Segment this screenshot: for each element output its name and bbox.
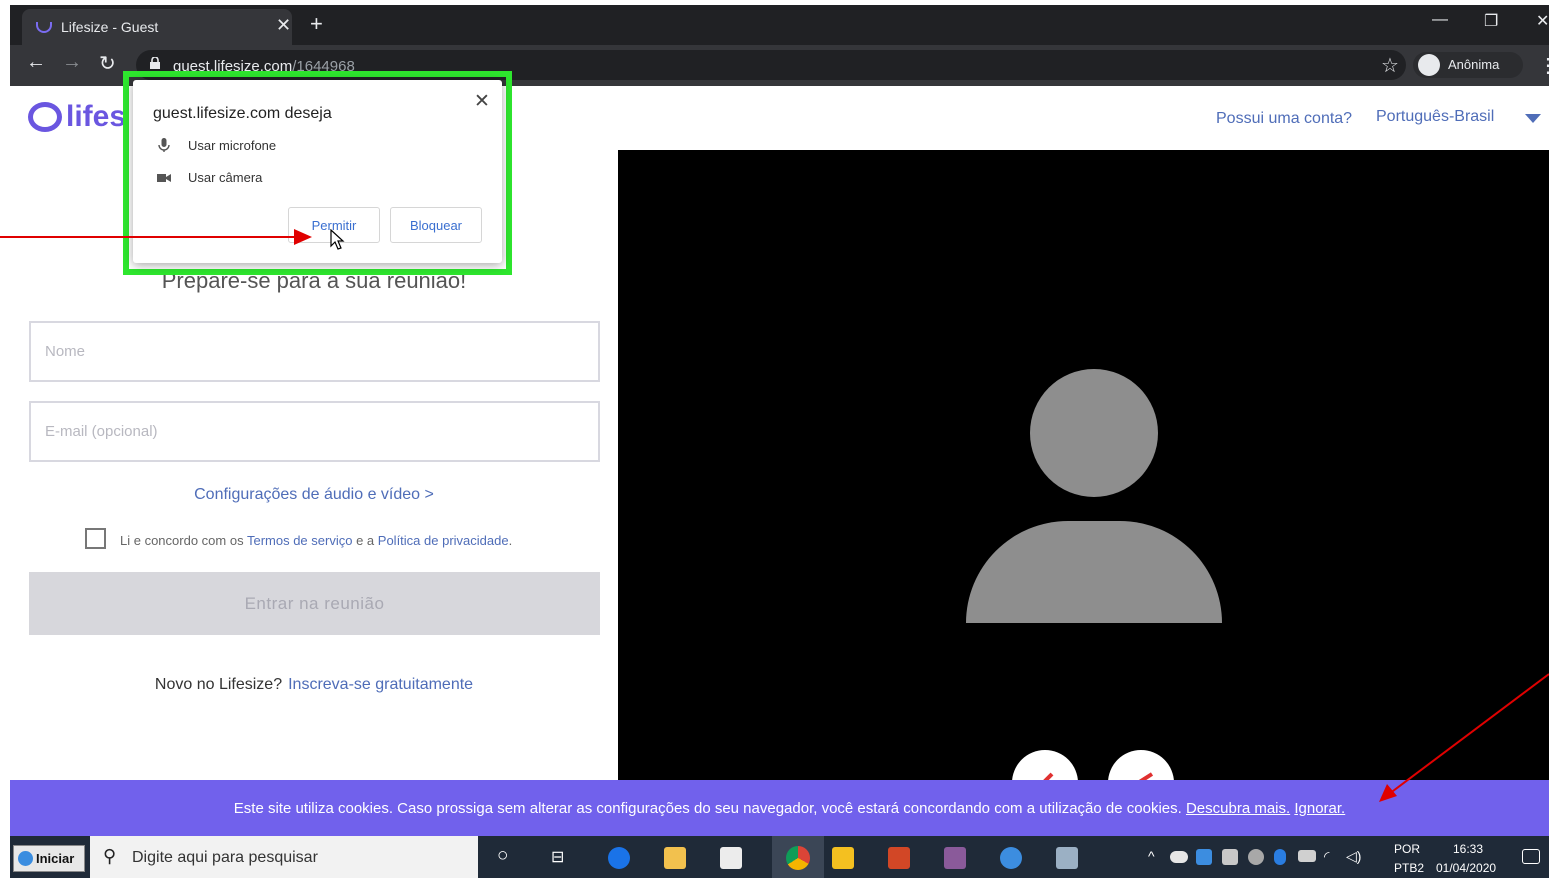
signup-link[interactable]: Inscreva-se gratuitamente	[288, 676, 473, 693]
language-bottom[interactable]: PTB2	[1394, 861, 1424, 875]
powerpoint-icon[interactable]	[888, 847, 910, 869]
search-placeholder: Digite aqui para pesquisar	[132, 849, 318, 866]
browser-tab-bar: Lifesize - Guest ✕ + — ❐ ✕	[10, 5, 1549, 45]
lifesize-favicon-icon	[36, 22, 52, 33]
tray-app-icon[interactable]	[1196, 849, 1212, 865]
avatar-body-icon	[966, 521, 1222, 623]
camera-permission: Usar câmera	[188, 170, 263, 185]
taskbar: Iniciar ⚲ Digite aqui para pesquisar ○ ⊟…	[10, 836, 1549, 878]
chrome-icon	[786, 846, 810, 870]
popup-close-icon[interactable]: ✕	[474, 90, 490, 113]
cookie-message: Este site utiliza cookies. Caso prossiga…	[233, 800, 1182, 817]
tab-title: Lifesize - Guest	[61, 19, 159, 35]
tray-satellite-icon[interactable]	[1248, 849, 1264, 865]
logo-text: lifes	[66, 100, 127, 133]
new-tab-icon[interactable]: +	[310, 11, 323, 37]
onedrive-icon[interactable]	[1170, 851, 1188, 863]
chevron-down-icon[interactable]	[1525, 114, 1541, 123]
lock-icon	[150, 57, 160, 69]
arrow-head-icon	[294, 229, 312, 245]
windows-orb-icon	[18, 851, 33, 866]
account-link[interactable]: Possui uma conta?	[1216, 110, 1352, 128]
start-button[interactable]: Iniciar	[13, 845, 85, 872]
forward-arrow-icon[interactable]: →	[62, 51, 82, 74]
popup-title: guest.lifesize.com deseja	[153, 105, 332, 122]
start-label: Iniciar	[36, 851, 75, 866]
ignore-cookies-link[interactable]: Ignorar.	[1294, 800, 1345, 817]
tray-monitor-icon[interactable]	[1222, 849, 1238, 865]
search-icon: ⚲	[103, 846, 117, 866]
microphone-permission: Usar microfone	[188, 138, 277, 153]
bookmark-star-icon[interactable]: ☆	[1381, 53, 1399, 78]
reload-icon[interactable]: ↻	[99, 51, 116, 76]
terms-middle: e a	[356, 533, 375, 548]
incognito-badge[interactable]: Anônima	[1413, 52, 1523, 78]
annotation-arrow-line	[0, 236, 298, 238]
mouse-cursor-icon	[330, 229, 345, 250]
tray-expand-icon[interactable]: ^	[1148, 848, 1155, 864]
camera-icon	[157, 174, 171, 182]
chrome-active-slot[interactable]	[772, 836, 824, 878]
task-view-icon[interactable]: ⊟	[551, 847, 564, 867]
file-explorer-icon[interactable]	[664, 847, 686, 869]
language-top[interactable]: POR	[1394, 842, 1420, 856]
taskbar-search[interactable]: ⚲ Digite aqui para pesquisar	[90, 836, 478, 878]
signup-prompt: Novo no Lifesize? Inscreva-se gratuitamen…	[28, 676, 600, 694]
terms-suffix: .	[508, 533, 513, 548]
back-arrow-icon[interactable]: ←	[26, 51, 46, 74]
language-selector[interactable]: Português-Brasil	[1376, 108, 1494, 126]
notifications-icon[interactable]	[1522, 849, 1540, 864]
minimize-icon[interactable]: —	[1432, 11, 1448, 29]
mute-microphone-button[interactable]	[1012, 750, 1078, 780]
terms-text: Li e concordo com os Termos de serviço e…	[120, 533, 512, 548]
terms-checkbox[interactable]	[85, 528, 106, 549]
cookie-banner: Este site utiliza cookies. Caso prossiga…	[10, 780, 1549, 836]
battery-icon[interactable]	[1298, 850, 1316, 862]
cortana-icon[interactable]: ○	[497, 845, 508, 867]
camera-toggle-button[interactable]	[1108, 750, 1174, 780]
av-settings-link[interactable]: Configurações de áudio e vídeo >	[28, 486, 600, 504]
clock-time[interactable]: 16:33	[1453, 842, 1483, 856]
bluetooth-icon[interactable]	[1274, 849, 1286, 865]
window-close-icon[interactable]: ✕	[1536, 11, 1549, 31]
browser-tab[interactable]: Lifesize - Guest ✕	[22, 9, 292, 45]
terms-of-service-link[interactable]: Termos de serviço	[247, 533, 352, 548]
internet-explorer-icon[interactable]	[1000, 847, 1022, 869]
name-field[interactable]	[29, 321, 600, 382]
edge-icon[interactable]	[608, 847, 630, 869]
email-field[interactable]	[29, 401, 600, 462]
lock-app-icon[interactable]	[832, 847, 854, 869]
annotation-arrow-ignore-icon	[1379, 673, 1549, 802]
lifesize-logo: lifes	[28, 100, 126, 134]
microphone-off-icon	[1043, 772, 1054, 780]
microphone-icon	[158, 138, 170, 152]
new-user-text: Novo no Lifesize?	[154, 676, 283, 693]
incognito-label: Anônima	[1448, 57, 1500, 72]
incognito-icon	[1418, 54, 1440, 76]
tab-close-icon[interactable]: ✕	[276, 15, 291, 36]
app-window-icon[interactable]	[1056, 847, 1078, 869]
learn-more-link[interactable]: Descubra mais.	[1186, 800, 1290, 817]
privacy-policy-link[interactable]: Política de privacidade	[378, 533, 509, 548]
cookie-text: Este site utiliza cookies. Caso prossiga…	[10, 800, 1549, 817]
archive-icon[interactable]	[944, 847, 966, 869]
volume-icon[interactable]: ◁)	[1346, 848, 1361, 865]
terms-prefix: Li e concordo com os	[120, 533, 244, 548]
lifesize-logo-icon	[28, 102, 62, 132]
store-icon[interactable]	[720, 847, 742, 869]
join-meeting-button[interactable]: Entrar na reunião	[29, 572, 600, 635]
block-button[interactable]: Bloquear	[390, 207, 482, 243]
restore-icon[interactable]: ❐	[1484, 11, 1498, 31]
wifi-icon[interactable]: ◜	[1324, 848, 1329, 865]
avatar-head-icon	[1030, 369, 1158, 497]
camera-off-icon	[1138, 772, 1154, 780]
browser-menu-icon[interactable]: ⋮	[1538, 53, 1549, 78]
clock-date[interactable]: 01/04/2020	[1436, 861, 1496, 875]
